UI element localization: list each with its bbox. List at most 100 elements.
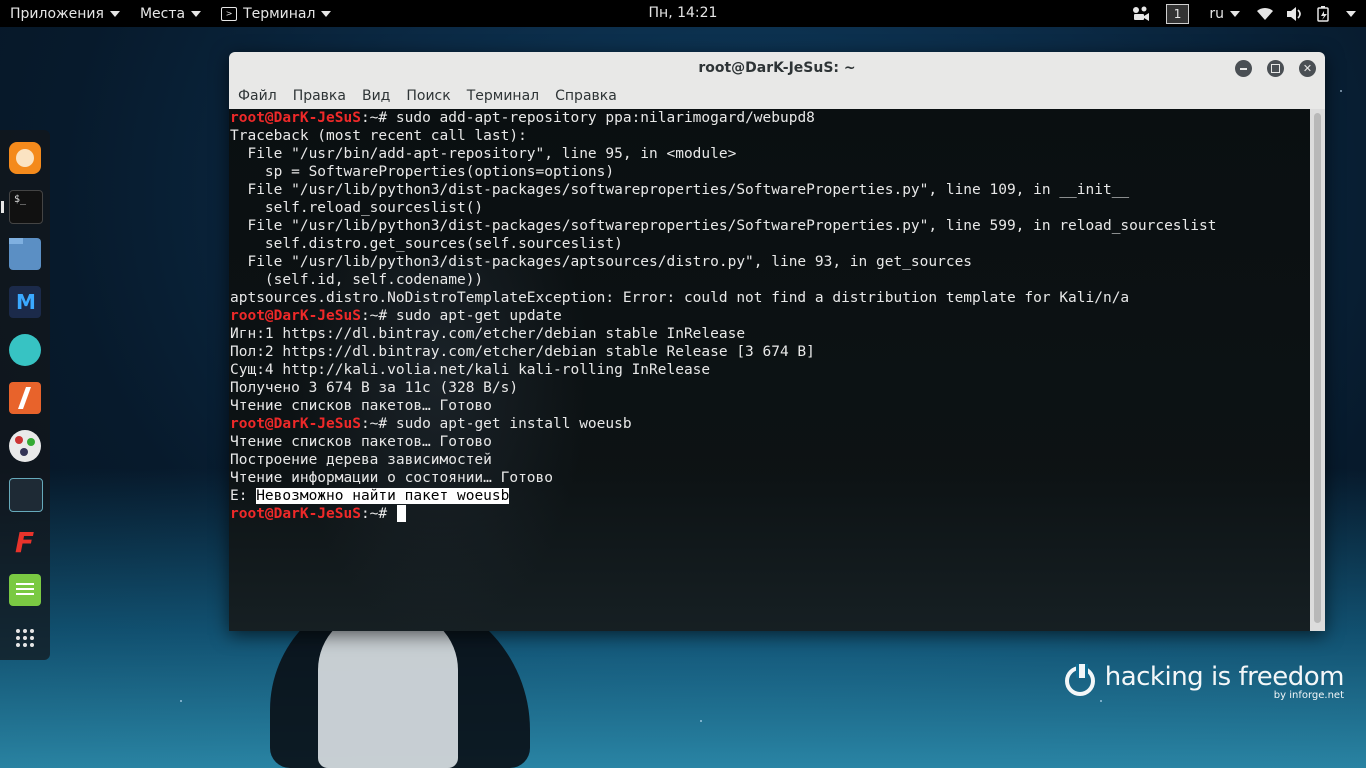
prompt-user-host: root@DarK-JeSuS — [230, 110, 361, 126]
maximize-button[interactable] — [1267, 60, 1284, 77]
armitage-icon[interactable] — [9, 430, 41, 462]
menu-item[interactable]: Правка — [285, 85, 354, 107]
scrollbar-thumb[interactable] — [1314, 113, 1321, 623]
output-text: sp = SoftwareProperties(options=options) — [230, 164, 615, 180]
avatar-app-icon[interactable] — [9, 334, 41, 366]
output-text: self.distro.get_sources(self.sourceslist… — [230, 236, 623, 252]
armitage-dot-green — [27, 438, 35, 446]
window-menubar: Файл Правка Вид Поиск Терминал Справка — [229, 85, 1325, 107]
terminal-line: Построение дерева зависимостей — [230, 451, 1216, 469]
active-app-menu[interactable]: > Терминал — [211, 0, 341, 27]
prompt-user-host: root@DarK-JeSuS — [230, 506, 361, 522]
armitage-dot-blue — [20, 448, 28, 456]
text-cursor — [396, 505, 406, 522]
menu-item[interactable]: Терминал — [459, 85, 547, 107]
terminal-line: Чтение информации о состоянии… Готово — [230, 469, 1216, 487]
wallpaper-figure-cloak — [318, 610, 458, 768]
terminal-scrollbar[interactable] — [1310, 109, 1325, 631]
terminal-line: root@DarK-JeSuS:~# sudo add-apt-reposito… — [230, 109, 1216, 127]
prompt-suffix: :~# — [360, 416, 396, 432]
minimize-icon — [1240, 68, 1247, 70]
terminal-output-area[interactable]: root@DarK-JeSuS:~# sudo add-apt-reposito… — [229, 109, 1310, 631]
places-menu-label: Места — [139, 5, 186, 22]
terminal-line: aptsources.distro.NoDistroTemplateExcept… — [230, 289, 1216, 307]
prompt-user-host: root@DarK-JeSuS — [230, 416, 361, 432]
terminal-line: Чтение списков пакетов… Готово — [230, 397, 1216, 415]
screencast-icon[interactable] — [1132, 6, 1150, 22]
show-apps-icon[interactable] — [9, 622, 41, 654]
output-text: File "/usr/lib/python3/dist-packages/apt… — [230, 254, 973, 270]
language-selector[interactable]: ru — [1199, 0, 1250, 27]
output-text: Traceback (most recent call last): — [230, 128, 527, 144]
places-menu[interactable]: Места — [130, 0, 211, 27]
menu-item[interactable]: Поиск — [398, 85, 458, 107]
chevron-down-icon — [109, 10, 120, 17]
command-text: sudo apt-get install woeusb — [395, 416, 632, 432]
armitage-dot-red — [15, 436, 23, 444]
burpsuite-icon[interactable] — [9, 382, 41, 414]
maltego-icon[interactable]: M — [9, 286, 41, 318]
output-text: aptsources.distro.NoDistroTemplateExcept… — [230, 290, 1130, 306]
chevron-down-icon — [191, 10, 202, 17]
power-logo-icon — [1064, 664, 1095, 696]
close-icon: ✕ — [1302, 62, 1313, 75]
terminal-line: root@DarK-JeSuS:~# sudo apt-get install … — [230, 415, 1216, 433]
terminal-prompt-glyph: $_ — [14, 194, 27, 205]
output-text: Чтение списков пакетов… Готово — [230, 398, 492, 414]
terminal-icon[interactable]: $_ — [1, 190, 43, 224]
maximize-icon — [1271, 64, 1280, 73]
close-button[interactable]: ✕ — [1299, 60, 1316, 77]
dock: $_ M F — [0, 130, 50, 660]
terminal-line: File "/usr/lib/python3/dist-packages/sof… — [230, 181, 1216, 199]
output-text: File "/usr/bin/add-apt-repository", line… — [230, 146, 737, 162]
wifi-icon[interactable] — [1256, 6, 1274, 22]
output-text: File "/usr/lib/python3/dist-packages/sof… — [230, 182, 1130, 198]
notes-icon[interactable] — [9, 574, 41, 606]
menu-item[interactable]: Справка — [547, 85, 625, 107]
workspace-indicator[interactable]: 1 — [1165, 3, 1190, 24]
wallpaper-star — [1340, 90, 1342, 92]
output-text: Построение дерева зависимостей — [230, 452, 492, 468]
clock[interactable]: Пн, 14:21 — [649, 5, 718, 21]
terminal-line: E: Невозможно найти пакет woeusb — [230, 487, 1216, 505]
terminal-line: (self.id, self.codename)) — [230, 271, 1216, 289]
wallpaper-star — [180, 700, 182, 702]
files-icon[interactable] — [9, 238, 41, 270]
terminal-lines: root@DarK-JeSuS:~# sudo add-apt-reposito… — [230, 109, 1216, 523]
selected-error-text: Невозможно найти пакет woeusb — [256, 488, 510, 504]
applications-menu[interactable]: Приложения — [0, 0, 130, 27]
wallpaper-star — [700, 720, 702, 722]
menu-item[interactable]: Вид — [354, 85, 398, 107]
window-titlebar[interactable]: root@DarK-JeSuS: ~ ✕ — [229, 52, 1325, 85]
command-text: sudo apt-get update — [395, 308, 562, 324]
volume-icon[interactable] — [1286, 6, 1304, 22]
beef-icon[interactable] — [9, 478, 43, 512]
terminal-line: root@DarK-JeSuS:~# — [230, 505, 1216, 523]
firefox-icon[interactable] — [9, 142, 41, 174]
output-text: Чтение информации о состоянии… Готово — [230, 470, 554, 486]
prompt-suffix: :~# — [360, 308, 396, 324]
terminal-line: Чтение списков пакетов… Готово — [230, 433, 1216, 451]
minimize-button[interactable] — [1235, 60, 1252, 77]
chevron-down-icon — [321, 10, 332, 17]
output-text: Сущ:4 http://kali.volia.net/kali kali-ro… — [230, 362, 711, 378]
notes-lines — [16, 583, 34, 585]
chevron-down-icon[interactable] — [1346, 10, 1356, 17]
faraday-icon[interactable]: F — [9, 526, 41, 559]
terminal-icon: > — [221, 6, 238, 21]
watermark-text-block: hacking is freedom by inforge.net — [1105, 662, 1345, 701]
menu-item[interactable]: Файл — [230, 85, 285, 107]
output-text: Получено 3 674 B за 11с (328 B/s) — [230, 380, 519, 396]
power-battery-icon[interactable] — [1316, 5, 1334, 22]
terminal-line: self.reload_sourceslist() — [230, 199, 1216, 217]
prompt-suffix: :~# — [360, 110, 396, 126]
command-text: sudo add-apt-repository ppa:nilarimogard… — [395, 110, 815, 126]
terminal-line: root@DarK-JeSuS:~# sudo apt-get update — [230, 307, 1216, 325]
system-tray: 1 ru — [1126, 0, 1366, 27]
active-app-label: Терминал — [243, 5, 316, 22]
output-text: Игн:1 https://dl.bintray.com/etcher/debi… — [230, 326, 746, 342]
output-text: Пол:2 https://dl.bintray.com/etcher/debi… — [230, 344, 815, 360]
terminal-line: Traceback (most recent call last): — [230, 127, 1216, 145]
terminal-line: Сущ:4 http://kali.volia.net/kali kali-ro… — [230, 361, 1216, 379]
output-text: self.reload_sourceslist() — [230, 200, 484, 216]
